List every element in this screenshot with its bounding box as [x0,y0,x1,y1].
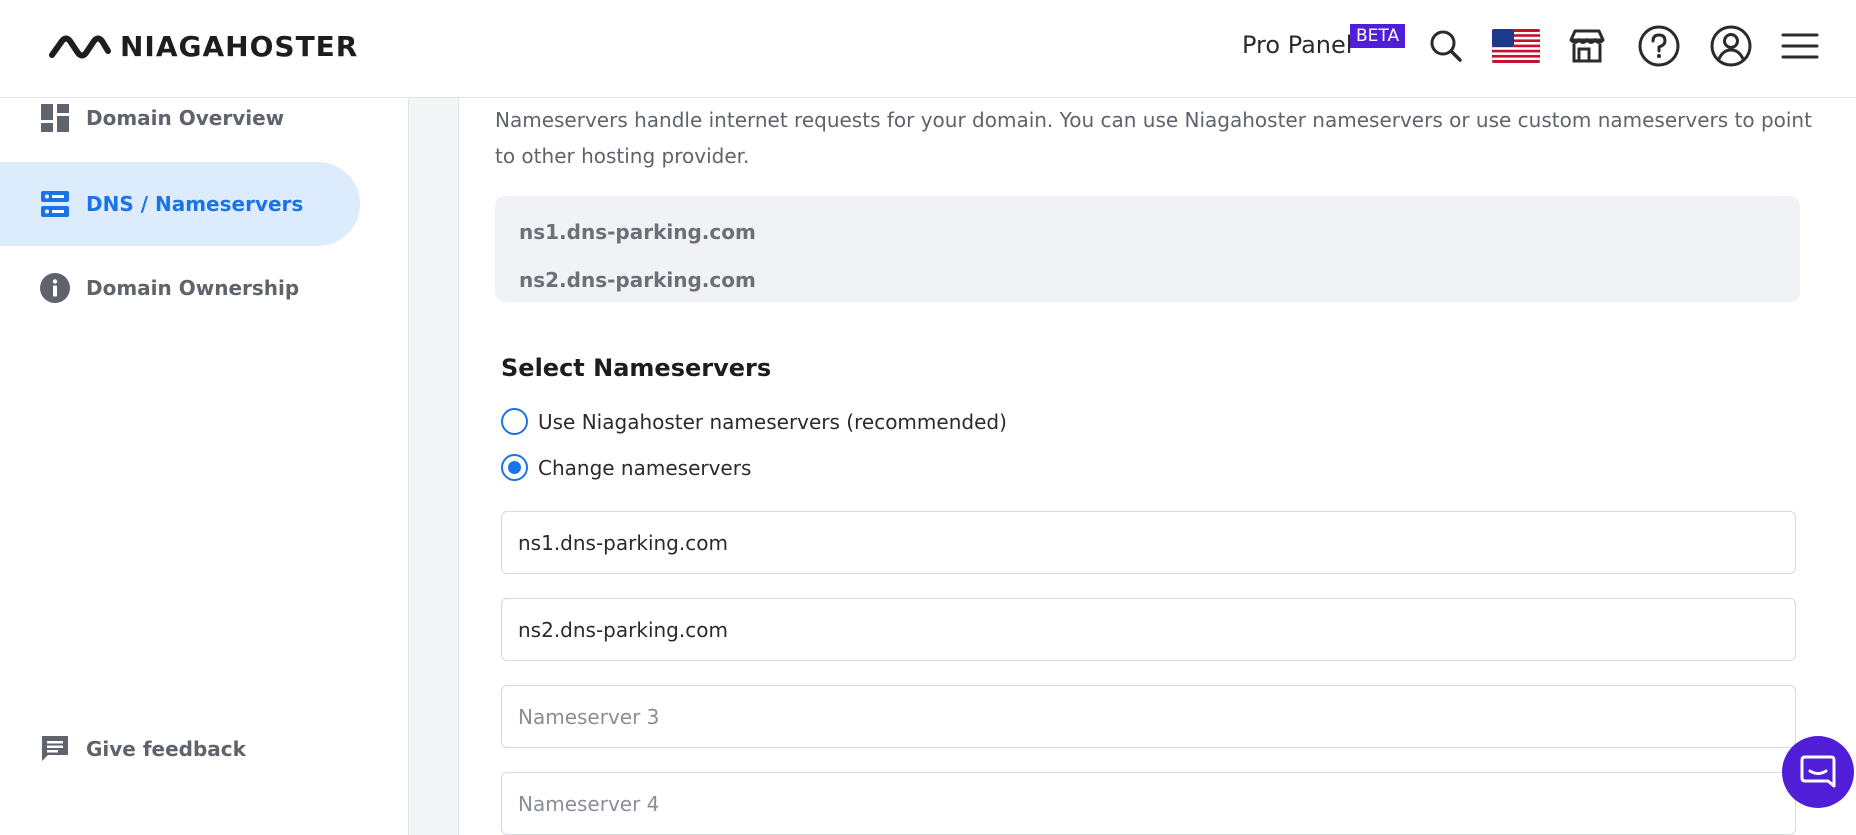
nameserver-1-input[interactable] [501,511,1796,574]
sidebar-item-label: Domain Overview [86,106,285,130]
sidebar-item-domain-overview[interactable]: Domain Overview [0,76,360,160]
info-icon [40,273,70,303]
nameservers-panel: Nameservers handle internet requests for… [458,98,1856,835]
niagahoster-logo-icon [49,35,111,58]
dns-icon [40,189,70,219]
current-nameserver-1: ns1.dns-parking.com [519,220,756,244]
nameservers-description: Nameservers handle internet requests for… [495,108,1812,168]
help-icon[interactable] [1635,22,1683,70]
beta-badge: BETA [1350,24,1406,48]
current-nameserver-2: ns2.dns-parking.com [519,268,756,292]
current-nameservers-box: ns1.dns-parking.com ns2.dns-parking.com [495,196,1800,302]
option-label: Change nameservers [538,455,752,480]
dashboard-icon [40,103,70,133]
option-label: Use Niagahoster nameservers (recommended… [538,409,1007,434]
pro-panel-link[interactable]: Pro Panel [1242,31,1352,59]
us-flag-icon[interactable] [1490,22,1542,70]
chat-launcher-button[interactable] [1782,736,1854,808]
radio-niagahoster-nameservers[interactable] [501,408,528,435]
select-nameservers-title: Select Nameservers [501,354,772,382]
sidebar-item-label: DNS / Nameservers [86,192,304,216]
nameserver-2-input[interactable] [501,598,1796,661]
radio-change-nameservers[interactable] [501,454,528,481]
nameserver-4-input[interactable] [501,772,1796,835]
feedback-icon [40,734,70,764]
search-icon[interactable] [1422,22,1470,70]
give-feedback-button[interactable]: Give feedback [0,707,360,791]
store-icon[interactable] [1563,22,1611,70]
niagahoster-logo[interactable]: NIAGAHOSTER [48,30,358,63]
chat-icon [1800,755,1836,788]
option-change-nameservers[interactable]: Change nameservers [501,454,751,481]
feedback-label: Give feedback [86,737,246,761]
account-icon[interactable] [1707,22,1755,70]
sidebar-item-domain-ownership[interactable]: Domain Ownership [0,246,360,330]
menu-icon[interactable] [1776,22,1824,70]
option-niagahoster-nameservers[interactable]: Use Niagahoster nameservers (recommended… [501,408,1007,435]
sidebar-item-label: Domain Ownership [86,276,300,300]
sidebar: Domain Overview DNS / Nameservers Domain… [0,98,409,835]
sidebar-item-dns-nameservers[interactable]: DNS / Nameservers [0,162,360,246]
brand-name: NIAGAHOSTER [120,30,359,63]
nameserver-3-input[interactable] [501,685,1796,748]
